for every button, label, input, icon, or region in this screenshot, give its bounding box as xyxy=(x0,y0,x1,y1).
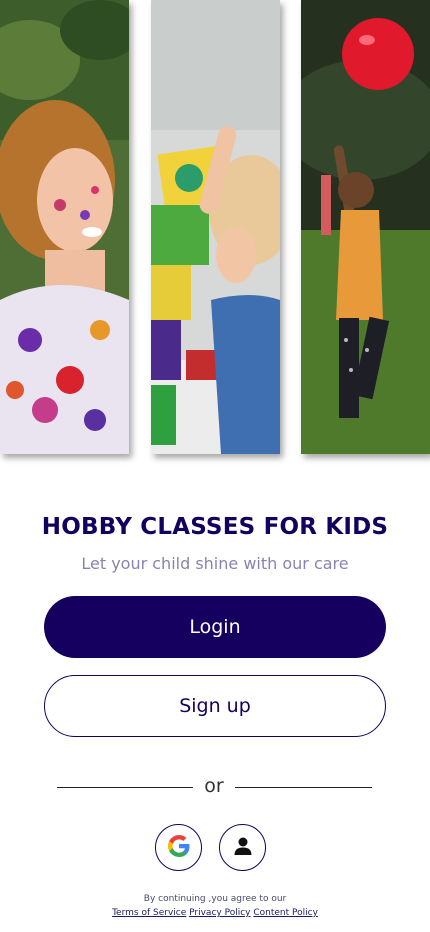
privacy-policy-link[interactable]: Privacy Policy xyxy=(189,908,250,918)
toddler-with-blocks-photo xyxy=(151,0,280,454)
content-policy-link[interactable]: Content Policy xyxy=(253,908,318,918)
page-subtitle: Let your child shine with our care xyxy=(81,554,349,573)
girl-with-paint-photo xyxy=(0,0,129,454)
hero-photo-strip xyxy=(0,0,430,460)
girl-with-balloon-photo xyxy=(301,0,430,454)
google-signin-button[interactable] xyxy=(155,824,202,871)
google-icon xyxy=(167,834,191,862)
divider-line-right xyxy=(235,787,372,788)
divider-line-left xyxy=(57,787,193,788)
page-title: HOBBY CLASSES FOR KIDS xyxy=(41,514,389,540)
legal-links: Terms of Service Privacy Policy Content … xyxy=(0,908,430,918)
terms-of-service-link[interactable]: Terms of Service xyxy=(112,908,186,918)
legal-notice: By continuing ,you agree to our xyxy=(143,894,287,904)
or-separator: or xyxy=(204,775,224,797)
person-icon xyxy=(233,836,253,860)
guest-signin-button[interactable] xyxy=(219,824,266,871)
signup-button[interactable]: Sign up xyxy=(44,675,386,737)
login-button[interactable]: Login xyxy=(44,596,386,658)
